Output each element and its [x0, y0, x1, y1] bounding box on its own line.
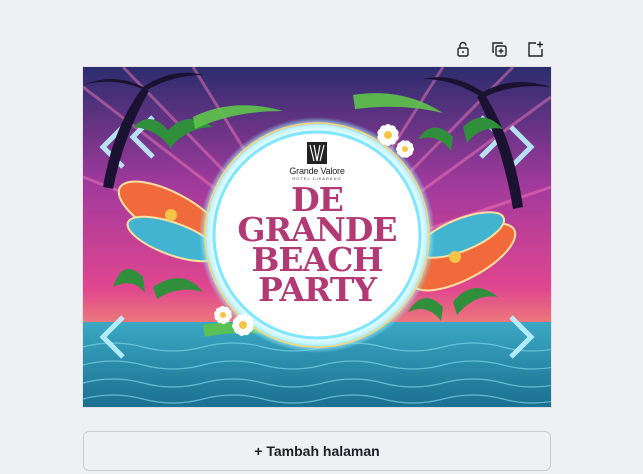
add-page-button[interactable]: + Tambah halaman — [83, 431, 551, 471]
hotel-logo: Grande Valore HOTEL CIKARANG — [284, 141, 350, 181]
add-page-icon[interactable] — [524, 38, 546, 60]
design-page-canvas[interactable]: Grande Valore HOTEL CIKARANG DE GRANDE B… — [83, 67, 551, 407]
brand-name: Grande Valore — [289, 166, 345, 176]
duplicate-page-icon[interactable] — [488, 38, 510, 60]
title-line-4: PARTY — [258, 270, 377, 309]
page-toolbar — [452, 38, 546, 60]
lock-icon[interactable] — [452, 38, 474, 60]
grande-valore-logo-icon — [307, 142, 327, 164]
